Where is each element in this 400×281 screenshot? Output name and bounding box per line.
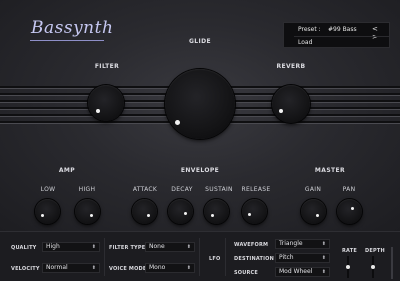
release-label: RELEASE [241, 186, 271, 193]
source-value: Mod Wheel [279, 268, 313, 275]
quality-label: QUALITY [11, 245, 37, 251]
voice-mode-select[interactable]: Mono ⬍ [145, 263, 195, 273]
destination-value: Pitch [279, 254, 294, 261]
preset-label: Preset : [298, 26, 321, 33]
velocity-label: VELOCITY [11, 266, 40, 272]
preset-box: Preset : #99 Bass < > Load [283, 22, 390, 48]
decay-knob[interactable] [168, 199, 193, 224]
pan-knob-indicator [351, 207, 354, 210]
synth-panel: Bassynth Preset : #99 Bass < > Load GLID… [0, 0, 400, 231]
velocity-select[interactable]: Normal ⬍ [42, 263, 100, 273]
decay-label: DECAY [171, 186, 193, 193]
preset-value[interactable]: #99 Bass [328, 26, 357, 33]
source-label: SOURCE [234, 270, 259, 276]
filter-knob-indicator [96, 109, 100, 113]
destination-label: DESTINATION [234, 256, 275, 262]
scrollbar[interactable] [391, 247, 393, 279]
attack-label: ATTACK [132, 186, 158, 193]
rate-label: RATE [342, 248, 357, 254]
high-label: HIGH [78, 186, 96, 193]
glide-knob-indicator [175, 120, 180, 125]
quality-select[interactable]: High ⬍ [42, 242, 100, 252]
divider [225, 238, 226, 276]
master-label: MASTER [314, 167, 346, 174]
destination-select[interactable]: Pitch ⬍ [275, 253, 330, 263]
sustain-knob[interactable] [204, 199, 229, 224]
divider [104, 238, 105, 276]
filter-knob[interactable] [88, 85, 124, 121]
low-knob[interactable] [35, 199, 60, 224]
quality-value: High [46, 243, 60, 250]
pan-knob[interactable] [337, 199, 362, 224]
amp-label: AMP [58, 167, 76, 174]
high-knob[interactable] [75, 199, 100, 224]
high-knob-indicator [90, 214, 93, 217]
rate-slider-thumb[interactable] [346, 265, 350, 269]
gain-knob-indicator [316, 214, 319, 217]
reverb-knob[interactable] [272, 85, 310, 123]
depth-label: DEPTH [365, 248, 385, 254]
filter-type-value: None [149, 243, 165, 250]
preset-divider [294, 36, 389, 37]
app-logo: Bassynth [31, 18, 114, 38]
waveform-label: WAVEFORM [234, 242, 269, 248]
gain-knob[interactable] [301, 199, 326, 224]
divider [199, 238, 200, 276]
gain-label: GAIN [304, 186, 322, 193]
chevron-updown-icon: ⬍ [186, 265, 191, 271]
sustain-knob-indicator [211, 214, 214, 217]
depth-slider-thumb[interactable] [371, 265, 375, 269]
low-knob-indicator [41, 214, 44, 217]
waveform-select[interactable]: Triangle ⬍ [275, 239, 330, 249]
attack-knob-indicator [147, 214, 150, 217]
voice-mode-value: Mono [149, 264, 166, 271]
release-knob[interactable] [242, 199, 267, 224]
reverb-label: REVERB [276, 63, 306, 70]
glide-knob[interactable] [165, 69, 235, 139]
filter-label: FILTER [94, 63, 120, 70]
voice-mode-label: VOICE MODE [109, 266, 147, 272]
glide-label: GLIDE [188, 38, 212, 45]
chevron-updown-icon: ⬍ [321, 255, 326, 261]
bottom-settings-bar: QUALITY High ⬍ VELOCITY Normal ⬍ FILTER … [0, 231, 400, 281]
logo-underline [30, 40, 104, 41]
chevron-updown-icon: ⬍ [321, 269, 326, 275]
attack-knob[interactable] [132, 199, 157, 224]
low-label: LOW [40, 186, 56, 193]
filter-type-select[interactable]: None ⬍ [145, 242, 195, 252]
preset-nav-arrows[interactable]: < > [372, 25, 389, 41]
velocity-value: Normal [46, 264, 68, 271]
lfo-label: LFO [209, 256, 221, 262]
chevron-updown-icon: ⬍ [321, 241, 326, 247]
chevron-updown-icon: ⬍ [186, 244, 191, 250]
waveform-value: Triangle [279, 240, 303, 247]
sustain-label: SUSTAIN [205, 186, 233, 193]
reverb-knob-indicator [279, 109, 283, 113]
pan-label: PAN [342, 186, 356, 193]
release-knob-indicator [248, 213, 251, 216]
decay-knob-indicator [184, 212, 187, 215]
source-select[interactable]: Mod Wheel ⬍ [275, 267, 330, 277]
load-button[interactable]: Load [298, 39, 312, 46]
chevron-updown-icon: ⬍ [91, 244, 96, 250]
envelope-label: ENVELOPE [180, 167, 220, 174]
chevron-updown-icon: ⬍ [91, 265, 96, 271]
filter-type-label: FILTER TYPE [109, 245, 146, 251]
